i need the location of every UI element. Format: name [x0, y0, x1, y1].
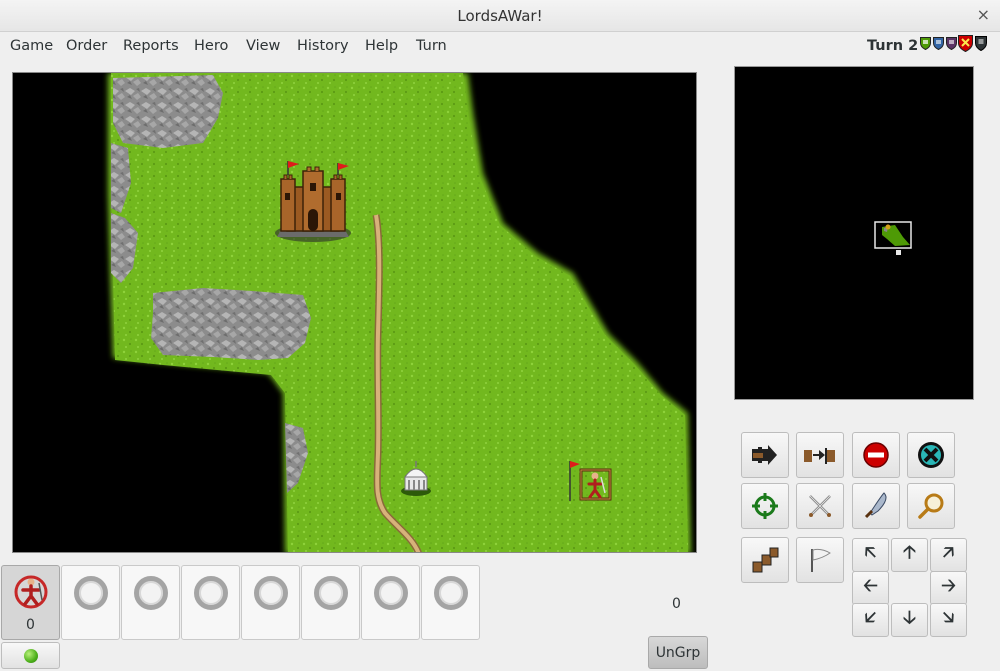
next-army-group-icon	[804, 448, 835, 464]
surrender-flag-icon	[811, 548, 831, 572]
purple-player-shield-icon	[946, 37, 957, 50]
move-north-button[interactable]: 🡡	[891, 538, 928, 572]
move-east-icon: 🡢	[941, 575, 956, 596]
army-slot[interactable]	[241, 565, 300, 640]
army-slot[interactable]	[61, 565, 120, 640]
title-bar: LordsAWar! ×	[0, 0, 1000, 32]
empty-slot-ring-icon	[434, 576, 468, 610]
army-slot-moves: 0	[26, 617, 35, 633]
move-northeast-button[interactable]: 🡥	[930, 538, 967, 572]
next-army-button[interactable]	[741, 432, 789, 478]
menu-reports[interactable]: Reports	[123, 38, 179, 54]
empty-slot-ring-icon	[314, 576, 348, 610]
minimap[interactable]	[734, 66, 974, 400]
move-north-icon: 🡡	[903, 542, 916, 563]
menu-hero[interactable]: Hero	[194, 38, 228, 54]
menu-history[interactable]: History	[297, 38, 349, 54]
move-west-button[interactable]: 🡠	[852, 571, 889, 605]
army-slot[interactable]: 0	[1, 565, 60, 640]
move-west-icon: 🡠	[863, 575, 878, 596]
army-slot[interactable]	[361, 565, 420, 640]
next-army-group-button[interactable]	[796, 432, 844, 478]
defend-icon	[863, 442, 889, 468]
menu-help[interactable]: Help	[365, 38, 398, 54]
empty-slot-ring-icon	[254, 576, 288, 610]
search-icon	[864, 492, 887, 519]
move-south-button[interactable]: 🡣	[891, 603, 928, 637]
empty-slot-ring-icon	[374, 576, 408, 610]
move-southwest-icon: 🡧	[864, 607, 877, 628]
surrender-button[interactable]	[796, 537, 844, 583]
army-slot[interactable]	[301, 565, 360, 640]
temple-icon[interactable]	[399, 459, 433, 497]
hero-unit-icon	[14, 575, 48, 609]
fight-button[interactable]	[796, 483, 844, 529]
menu-view[interactable]: View	[246, 38, 280, 54]
status-light-icon	[24, 649, 38, 663]
move-southwest-button[interactable]: 🡧	[852, 603, 889, 637]
menu-order[interactable]: Order	[66, 38, 107, 54]
empty-slot-ring-icon	[194, 576, 228, 610]
move-southeast-icon: 🡦	[942, 607, 955, 628]
game-map[interactable]	[12, 72, 697, 553]
move-northwest-icon: 🡤	[864, 542, 877, 563]
black-player-shield-icon	[975, 36, 987, 51]
hero-army-icon[interactable]	[566, 457, 616, 503]
empty-slot-ring-icon	[74, 576, 108, 610]
minimap-view	[874, 221, 912, 255]
stack-moves-count: 0	[672, 596, 681, 612]
menu-turn[interactable]: Turn	[416, 38, 447, 54]
turn-indicator: Turn 2	[867, 38, 919, 54]
move-northwest-button[interactable]: 🡤	[852, 538, 889, 572]
window-title: LordsAWar!	[457, 7, 543, 25]
army-slot[interactable]	[181, 565, 240, 640]
move-east-button[interactable]: 🡢	[930, 571, 967, 605]
magnify-icon	[918, 493, 944, 519]
search-button[interactable]	[852, 483, 900, 529]
next-army-icon	[752, 445, 777, 465]
fight-icon	[809, 495, 831, 517]
magnify-button[interactable]	[907, 483, 955, 529]
center-selected-icon	[752, 493, 778, 519]
close-icon[interactable]: ×	[977, 5, 990, 24]
ungroup-button[interactable]: UnGrp	[648, 636, 708, 669]
ready-status-button[interactable]	[1, 642, 60, 669]
menu-bar: Game Order Reports Hero View History Hel…	[0, 33, 1000, 61]
empty-slot-ring-icon	[134, 576, 168, 610]
move-all-icon	[752, 547, 779, 573]
move-southeast-button[interactable]: 🡦	[930, 603, 967, 637]
blue-player-shield-icon	[933, 37, 944, 50]
move-all-button[interactable]	[741, 537, 789, 583]
end-turn-button[interactable]	[907, 432, 955, 478]
red-player-shield-icon	[958, 35, 973, 52]
end-turn-icon	[918, 442, 944, 468]
move-south-icon: 🡣	[903, 607, 916, 628]
army-slot[interactable]	[121, 565, 180, 640]
castle-city-icon[interactable]	[273, 159, 353, 243]
defend-button[interactable]	[852, 432, 900, 478]
army-slot[interactable]	[421, 565, 480, 640]
menu-game[interactable]: Game	[10, 38, 53, 54]
green-player-shield-icon	[920, 37, 931, 50]
center-on-army-button[interactable]	[741, 483, 789, 529]
move-northeast-icon: 🡥	[942, 542, 955, 563]
